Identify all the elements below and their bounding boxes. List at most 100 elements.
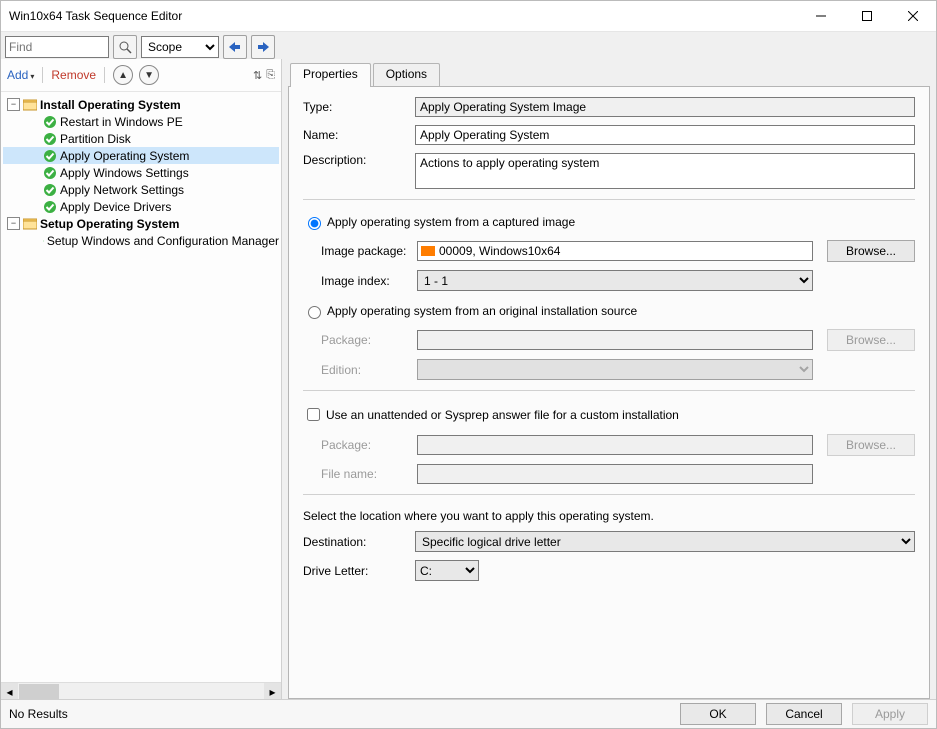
tree-group-install[interactable]: − Install Operating System <box>3 96 279 113</box>
destination-select[interactable]: Specific logical drive letter <box>415 531 915 552</box>
divider <box>303 199 915 200</box>
check-icon <box>43 166 57 180</box>
divider <box>303 494 915 495</box>
maximize-button[interactable] <box>844 1 890 31</box>
window-title: Win10x64 Task Sequence Editor <box>9 9 798 23</box>
folder-icon <box>23 217 37 231</box>
find-input[interactable] <box>5 36 109 58</box>
details-pane: Properties Options Type: Name: Descripti… <box>282 59 936 700</box>
close-button[interactable] <box>890 1 936 31</box>
tree-label: Apply Network Settings <box>60 183 184 197</box>
nav-back-button[interactable] <box>223 35 247 59</box>
tree-item[interactable]: Apply Device Drivers <box>3 198 279 215</box>
name-label: Name: <box>303 128 415 142</box>
add-button[interactable]: Add▾ <box>7 68 34 82</box>
properties-panel: Type: Name: Description: Actions to appl… <box>288 86 930 699</box>
collapse-icon[interactable]: − <box>7 217 20 230</box>
image-package-value: 00009, Windows10x64 <box>439 244 560 258</box>
status-bar: No Results OK Cancel Apply <box>1 699 936 728</box>
check-icon <box>43 132 57 146</box>
remove-button[interactable]: Remove <box>51 68 96 82</box>
check-icon <box>43 115 57 129</box>
tree-item[interactable]: Restart in Windows PE <box>3 113 279 130</box>
radio-captured-image[interactable]: Apply operating system from a captured i… <box>303 214 915 230</box>
scroll-right-icon[interactable]: ▸ <box>264 683 281 700</box>
tree-label: Restart in Windows PE <box>60 115 183 129</box>
destination-label: Destination: <box>303 535 415 549</box>
browse-package-button: Browse... <box>827 329 915 351</box>
tree-group-setup[interactable]: − Setup Operating System <box>3 215 279 232</box>
status-text: No Results <box>9 707 68 721</box>
scroll-left-icon[interactable]: ◂ <box>1 683 18 700</box>
tree-label: Partition Disk <box>60 132 131 146</box>
package-field <box>417 330 813 350</box>
name-input[interactable] <box>415 125 915 145</box>
check-icon <box>43 149 57 163</box>
drive-letter-select[interactable]: C: <box>415 560 479 581</box>
type-field <box>415 97 915 117</box>
browse-answer-button: Browse... <box>827 434 915 456</box>
tab-properties[interactable]: Properties <box>290 63 371 87</box>
type-label: Type: <box>303 100 415 114</box>
tree-label: Install Operating System <box>40 98 181 112</box>
browse-image-button[interactable]: Browse... <box>827 240 915 262</box>
move-down-button[interactable]: ▼ <box>139 65 159 85</box>
divider <box>303 390 915 391</box>
scope-select[interactable]: Scope <box>141 36 219 58</box>
file-name-field <box>417 464 813 484</box>
search-button[interactable] <box>113 35 137 59</box>
answer-package-label: Package: <box>321 438 417 452</box>
folder-icon <box>23 98 37 112</box>
edition-label: Edition: <box>321 363 417 377</box>
divider <box>42 67 43 83</box>
image-index-label: Image index: <box>321 274 417 288</box>
description-input[interactable]: Actions to apply operating system <box>415 153 915 189</box>
move-up-button[interactable]: ▲ <box>113 65 133 85</box>
options-button[interactable]: ⎘ <box>266 69 275 82</box>
tab-options[interactable]: Options <box>373 63 440 87</box>
radio-label: Apply operating system from a captured i… <box>327 215 575 229</box>
tree-item[interactable]: Apply Windows Settings <box>3 164 279 181</box>
horizontal-scrollbar[interactable]: ◂ ▸ <box>1 682 281 700</box>
apply-button: Apply <box>852 703 928 725</box>
image-package-label: Image package: <box>321 244 417 258</box>
check-icon <box>43 200 57 214</box>
unattended-checkbox[interactable] <box>307 408 320 421</box>
tree-pane: Add▾ Remove ▲ ▼ ⇅ ⎘ − Install Operating … <box>1 59 282 700</box>
description-label: Description: <box>303 153 415 167</box>
tabstrip: Properties Options <box>282 59 936 87</box>
unattended-checkbox-row[interactable]: Use an unattended or Sysprep answer file… <box>303 405 915 424</box>
tree-label: Apply Windows Settings <box>60 166 189 180</box>
tree-label: Apply Device Drivers <box>60 200 171 214</box>
collapse-icon[interactable]: − <box>7 98 20 111</box>
package-icon <box>421 246 435 256</box>
tree-label: Setup Windows and Configuration Manager <box>47 234 279 248</box>
image-package-field[interactable]: 00009, Windows10x64 <box>417 241 813 261</box>
tree-label: Setup Operating System <box>40 217 179 231</box>
image-index-select[interactable]: 1 - 1 <box>417 270 813 291</box>
cancel-button[interactable]: Cancel <box>766 703 842 725</box>
answer-package-field <box>417 435 813 455</box>
edition-select <box>417 359 813 380</box>
sort-button[interactable]: ⇅ <box>253 69 262 82</box>
radio-input[interactable] <box>308 217 321 230</box>
tree-item[interactable]: Setup Windows and Configuration Manager <box>3 232 279 249</box>
tree-item[interactable]: Partition Disk <box>3 130 279 147</box>
ok-button[interactable]: OK <box>680 703 756 725</box>
titlebar: Win10x64 Task Sequence Editor <box>1 1 936 32</box>
destination-text: Select the location where you want to ap… <box>303 509 915 523</box>
tree-item-selected[interactable]: Apply Operating System <box>3 147 279 164</box>
radio-original-source[interactable]: Apply operating system from an original … <box>303 303 915 319</box>
minimize-button[interactable] <box>798 1 844 31</box>
radio-input[interactable] <box>308 306 321 319</box>
check-icon <box>43 234 44 248</box>
file-name-label: File name: <box>321 467 417 481</box>
tree-toolbar: Add▾ Remove ▲ ▼ ⇅ ⎘ <box>1 59 281 92</box>
tree-item[interactable]: Apply Network Settings <box>3 181 279 198</box>
task-tree[interactable]: − Install Operating System Restart in Wi… <box>1 92 281 682</box>
tree-label: Apply Operating System <box>60 149 189 163</box>
drive-letter-label: Drive Letter: <box>303 564 415 578</box>
nav-forward-button[interactable] <box>251 35 275 59</box>
scroll-thumb[interactable] <box>19 684 59 699</box>
check-icon <box>43 183 57 197</box>
